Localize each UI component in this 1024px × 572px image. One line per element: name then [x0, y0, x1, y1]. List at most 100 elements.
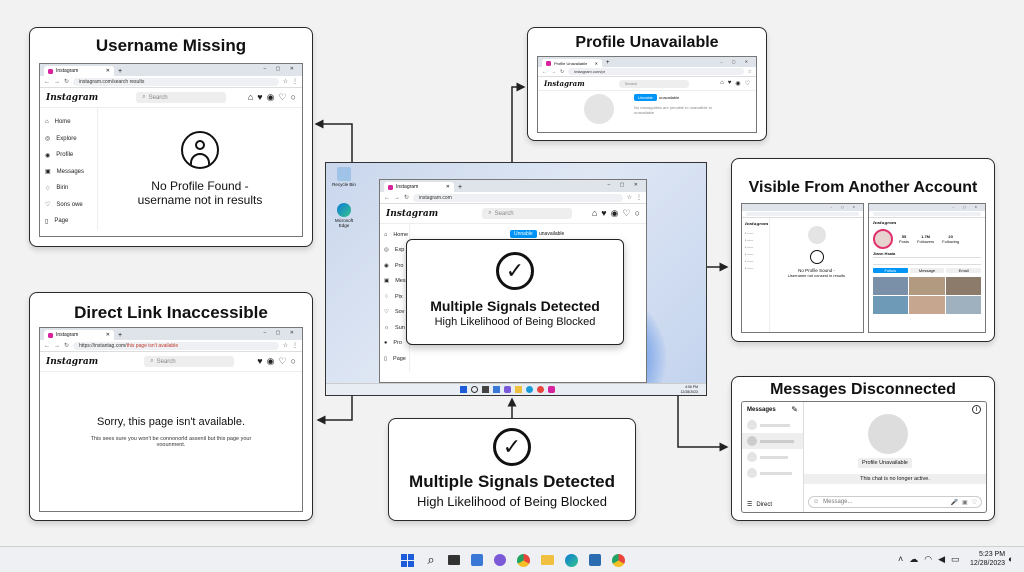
- sidebar-item-messages[interactable]: ▣ Mes: [380, 274, 409, 290]
- compose-icon[interactable]: ✎: [791, 405, 798, 414]
- back-icon[interactable]: ←: [44, 79, 50, 85]
- search-input[interactable]: ⌕ Search: [136, 92, 227, 103]
- sidebar-item-home[interactable]: ⌂ Home: [380, 227, 409, 243]
- chrome-icon[interactable]: [515, 552, 531, 568]
- heart-outline-icon[interactable]: ♡: [745, 80, 750, 87]
- wifi-icon[interactable]: ◠: [924, 554, 932, 565]
- address-bar[interactable]: https://instantag.com/this page isn't av…: [73, 341, 279, 350]
- follow-button[interactable]: Follow: [873, 268, 908, 273]
- address-bar[interactable]: instagram.com: [413, 193, 623, 202]
- browser-tab[interactable]: Instagram ✕: [44, 66, 114, 76]
- back-icon[interactable]: ←: [384, 195, 390, 201]
- post-thumbnail[interactable]: [909, 277, 945, 295]
- info-icon[interactable]: i: [972, 405, 981, 414]
- reload-icon[interactable]: ↻: [64, 342, 69, 349]
- sidebar-item-profile[interactable]: ◉ Pro: [380, 258, 409, 274]
- start-icon[interactable]: [460, 386, 467, 393]
- folder-icon[interactable]: [539, 552, 555, 568]
- browser-tab[interactable]: Profile Unavailable ✕: [542, 59, 602, 67]
- start-icon[interactable]: [399, 552, 415, 568]
- star-icon[interactable]: ☆: [283, 342, 288, 349]
- star-icon[interactable]: ☆: [283, 78, 288, 85]
- sidebar-item-sun[interactable]: ☼ Sun: [380, 320, 409, 336]
- new-tab-icon[interactable]: +: [458, 184, 462, 191]
- compass-icon[interactable]: ◉: [611, 208, 619, 219]
- sidebar-item-sov[interactable]: ♡ Sov: [380, 305, 409, 321]
- sidebar-item-home[interactable]: ⌂ Home: [40, 114, 97, 131]
- reload-icon[interactable]: ↻: [404, 194, 409, 201]
- heart-icon[interactable]: ♥: [601, 208, 606, 219]
- post-thumbnail[interactable]: [909, 296, 945, 314]
- post-thumbnail[interactable]: [945, 296, 981, 314]
- sidebar-item-pix[interactable]: ♢ Pix: [380, 289, 409, 305]
- browser-tab[interactable]: Instagram ✕: [384, 182, 454, 192]
- profile-icon[interactable]: ○: [291, 92, 296, 103]
- sidebar-item-explore[interactable]: ◎ Explore: [40, 131, 97, 148]
- window-controls[interactable]: – ▢ ✕: [830, 205, 859, 209]
- sidebar-item-sons-owe[interactable]: ♡ Sons owe: [40, 197, 97, 214]
- search-input[interactable]: ⌕ Search: [482, 208, 573, 219]
- message-input-bar[interactable]: ☺ Message... 🎤 ▣ ♡: [808, 496, 982, 508]
- sidebar-item-profile[interactable]: ◉ Profile: [40, 147, 97, 164]
- reload-icon[interactable]: ↻: [560, 69, 564, 75]
- back-icon[interactable]: ←: [542, 69, 547, 75]
- forward-icon[interactable]: →: [551, 69, 556, 75]
- sidebar-item-pro[interactable]: ● Pro: [380, 336, 409, 352]
- profile-icon[interactable]: ○: [291, 356, 296, 367]
- home-icon[interactable]: ⌂: [248, 92, 253, 103]
- chrome-icon[interactable]: [537, 386, 544, 393]
- message-input[interactable]: Message...: [823, 499, 852, 505]
- volume-icon[interactable]: ◀: [938, 554, 945, 565]
- desktop-icon-recycle-bin[interactable]: Recycle Bin: [330, 167, 358, 187]
- notification-icon[interactable]: ◐: [1008, 554, 1013, 564]
- close-tab-icon[interactable]: ✕: [106, 68, 110, 74]
- instagram-icon[interactable]: [548, 386, 555, 393]
- new-tab-icon[interactable]: +: [118, 68, 122, 75]
- heart-outline-icon[interactable]: ♡: [622, 208, 630, 219]
- message-button[interactable]: Message: [909, 268, 945, 273]
- home-icon[interactable]: ⌂: [720, 80, 724, 87]
- heart-icon[interactable]: ♡: [972, 499, 977, 506]
- sidebar-item-messages[interactable]: ▣ Messages: [40, 164, 97, 181]
- browser-tab[interactable]: Instagram ✕: [44, 330, 114, 340]
- folder-icon[interactable]: [515, 386, 522, 393]
- chat-icon[interactable]: [492, 552, 508, 568]
- edge-icon[interactable]: [563, 552, 579, 568]
- mic-icon[interactable]: 🎤: [950, 499, 957, 506]
- address-bar[interactable]: [873, 212, 981, 216]
- clock[interactable]: 5:23 PM 12/28/2023: [970, 550, 1005, 568]
- post-thumbnail[interactable]: [873, 277, 909, 295]
- close-tab-icon[interactable]: ✕: [106, 332, 110, 338]
- menu-icon[interactable]: ⋮: [636, 194, 642, 201]
- chat-icon[interactable]: [504, 386, 511, 393]
- conversation-item[interactable]: [742, 465, 803, 481]
- heart-outline-icon[interactable]: ♡: [278, 356, 286, 367]
- profile-icon[interactable]: ○: [635, 208, 640, 219]
- star-icon[interactable]: ☆: [627, 194, 632, 201]
- search-icon[interactable]: ⌕: [423, 552, 439, 568]
- emoji-icon[interactable]: ☺: [813, 499, 819, 505]
- search-input[interactable]: Search: [618, 79, 689, 88]
- post-thumbnail[interactable]: [873, 296, 909, 314]
- new-tab-icon[interactable]: +: [606, 60, 610, 66]
- heart-icon[interactable]: ♥: [728, 80, 732, 87]
- image-icon[interactable]: ▣: [962, 499, 968, 506]
- close-tab-icon[interactable]: ✕: [446, 184, 450, 190]
- sidebar-item-page[interactable]: ▯ Page: [380, 351, 409, 367]
- star-icon[interactable]: ☆: [748, 69, 752, 75]
- widgets-icon[interactable]: [469, 552, 485, 568]
- sidebar-item-birin[interactable]: ♢ Birin: [40, 180, 97, 197]
- reload-icon[interactable]: ↻: [64, 78, 69, 85]
- window-controls[interactable]: – ▢ ✕: [720, 59, 752, 64]
- desktop-icon-edge[interactable]: Microsoft Edge: [330, 203, 358, 228]
- heart-icon[interactable]: ♥: [257, 356, 262, 367]
- list-icon[interactable]: ☰: [747, 501, 752, 508]
- compass-icon[interactable]: ◉: [735, 80, 740, 87]
- new-tab-icon[interactable]: +: [118, 332, 122, 339]
- search-input[interactable]: ⌕ Search: [144, 356, 235, 367]
- menu-icon[interactable]: ⋮: [292, 342, 298, 349]
- window-controls[interactable]: – ▢ ✕: [264, 66, 298, 72]
- forward-icon[interactable]: →: [54, 79, 60, 85]
- back-icon[interactable]: ←: [44, 343, 50, 349]
- compass-icon[interactable]: ◉: [267, 356, 275, 367]
